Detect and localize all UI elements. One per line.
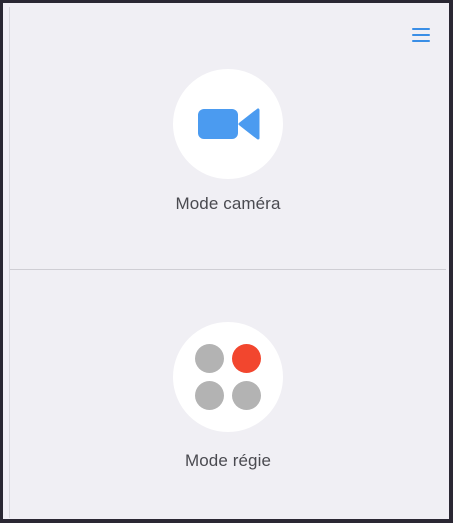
video-camera-icon [198, 108, 260, 140]
app-window: Mode caméra Mode régie [0, 0, 453, 523]
mode-regie-option[interactable]: Mode régie [10, 270, 446, 519]
four-dots-grid-icon [195, 344, 261, 410]
grid-dot-bottom-right [232, 381, 261, 410]
grid-dot-top-right [232, 344, 261, 373]
grid-dot-top-left [195, 344, 224, 373]
grid-dot-bottom-left [195, 381, 224, 410]
mode-regie-icon-circle[interactable] [173, 322, 283, 432]
mode-regie-label: Mode régie [184, 451, 272, 470]
mode-camera-icon-circle[interactable] [173, 69, 283, 179]
mode-camera-label: Mode caméra [175, 194, 281, 213]
mode-camera-option[interactable]: Mode caméra [10, 7, 446, 269]
mode-selection-screen: Mode caméra Mode régie [9, 7, 446, 518]
camera-body [198, 109, 238, 139]
camera-lens [238, 108, 260, 140]
